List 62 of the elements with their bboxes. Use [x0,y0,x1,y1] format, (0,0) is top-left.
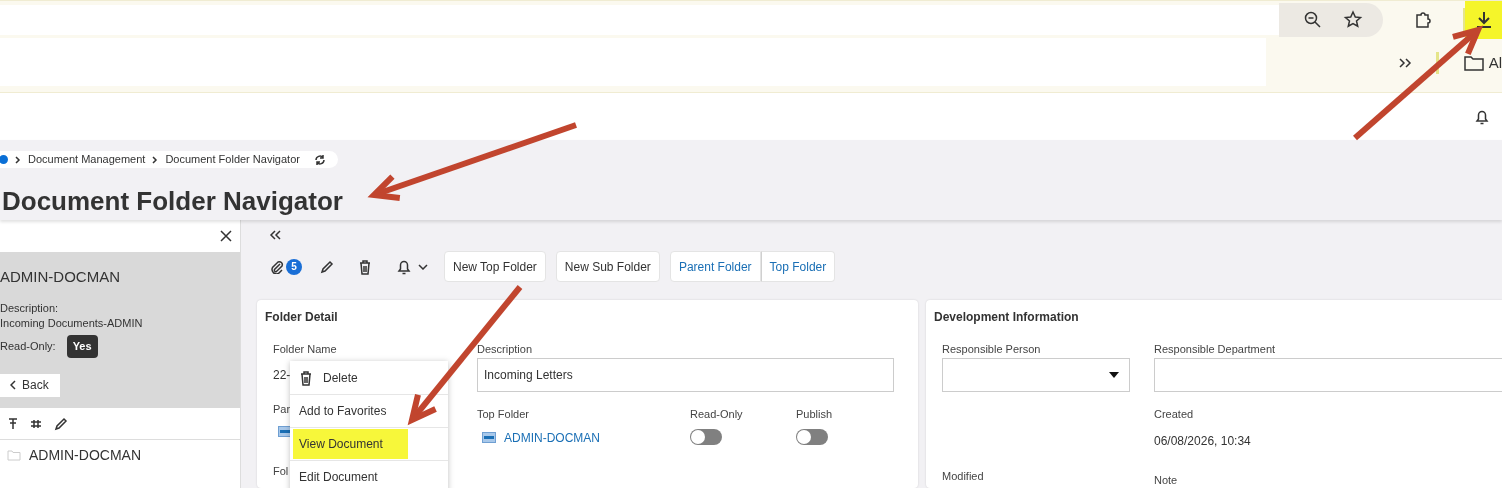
page-title: Document Folder Navigator [2,185,344,217]
field-label: Read-Only [690,407,744,422]
toggle-switch[interactable] [690,428,722,445]
toolbar-button[interactable]: New Sub Folder [555,251,660,283]
folder-link-icon [482,432,496,443]
card-title: Folder Detail [265,309,339,325]
toggle-switch[interactable] [796,428,828,445]
toolbar-button[interactable]: Top Folder [760,251,836,283]
pencil-icon[interactable] [54,416,68,431]
dropdown-caret-icon [1109,372,1119,378]
field-label: Publish [796,407,834,422]
field-value: Incoming Documents-ADMIN [0,316,144,331]
trash-icon[interactable] [299,370,313,386]
menu-item[interactable]: Add to Favorites [293,396,393,426]
field-label: Fol [273,463,289,479]
folder-title: ADMIN-DOCMAN [0,267,121,287]
pin-icon[interactable] [8,417,18,430]
back-button[interactable]: Back [0,373,60,397]
menu-item[interactable]: Edit Document [293,462,384,488]
bookmark-folder[interactable]: Al [1462,51,1502,75]
paperclip-icon[interactable] [270,259,284,274]
folder-icon [1462,54,1485,72]
field-label: Par [273,402,291,417]
chevron-down-icon[interactable] [418,263,428,270]
tree-item[interactable]: ADMIN-DOCMAN [0,440,240,470]
field-label: Read-Only: [0,339,56,354]
chevron-left-icon [10,380,16,390]
close-icon[interactable] [220,230,232,242]
trash-icon[interactable] [358,258,372,275]
refresh-icon[interactable] [313,153,326,166]
card-title: Development Information [934,309,1080,325]
breadcrumb-link[interactable]: Document Management [28,151,146,168]
input-field[interactable] [1154,358,1502,392]
chevron-right-icon [14,154,22,165]
star-icon[interactable] [1343,9,1364,30]
field-label: Top Folder [477,407,530,422]
field-label: Folder Name [273,342,337,357]
field-value: 06/08/2026, 10:34 [1154,432,1251,450]
pencil-icon[interactable] [320,259,334,274]
collapse-icon[interactable] [269,228,281,241]
toolbar-button[interactable]: Parent Folder [669,251,761,283]
field-label: Responsible Department [1154,342,1277,357]
description-field[interactable]: Incoming Letters [477,358,894,392]
yes-badge: Yes [66,335,98,358]
select-field[interactable] [942,358,1130,392]
chevrons-right-icon[interactable] [1397,56,1412,70]
field-label: Responsible Person [942,342,1042,357]
field-label: Description: [0,301,60,316]
folder-link[interactable]: ADMIN-DOCMAN [504,428,600,447]
chevron-right-icon [151,154,160,165]
menu-item[interactable]: Delete [293,363,364,393]
toolbar-button[interactable]: New Top Folder [444,251,546,283]
field-label: Created [1154,407,1194,422]
field-value: 22- [273,367,291,384]
puzzle-icon[interactable] [1413,9,1434,30]
count-badge: 5 [286,258,302,275]
menu-item[interactable]: View Document [293,429,408,459]
field-label: Description [477,342,534,357]
breadcrumb-link[interactable]: Document Folder Navigator [165,151,300,168]
field-label: Note [1154,472,1178,488]
folder-icon [7,449,21,461]
field-label: Modified [942,469,984,484]
